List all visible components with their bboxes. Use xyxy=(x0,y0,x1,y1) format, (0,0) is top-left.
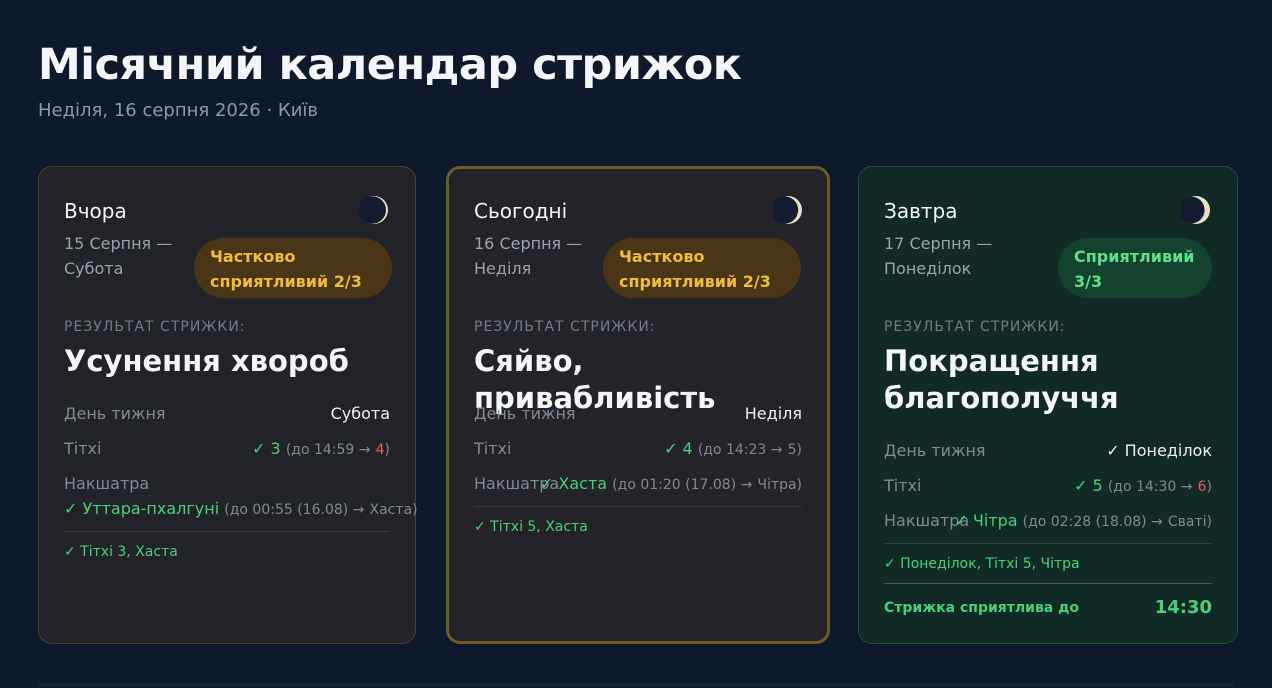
day-name: Вчора xyxy=(64,199,127,223)
summary-text: ✓ Тітхі 5, Хаста xyxy=(474,519,588,535)
moon-phase-icon xyxy=(773,196,802,224)
divider xyxy=(64,531,390,532)
nakshatra-row: Накшатра ✓ Уттара-пхалгуні (до 00:55 (16… xyxy=(64,474,418,518)
weekday-value: Субота xyxy=(330,404,390,423)
tithi-value: ✓ 3 (до 14:59 → 4) xyxy=(252,439,390,458)
weekday-row: День тижня Субота xyxy=(64,404,390,423)
date-label: 16 Серпня — Неділя xyxy=(474,234,583,278)
summary-text: ✓ Понеділок, Тітхі 5, Чітра xyxy=(884,556,1080,572)
summary-text: ✓ Тітхі 3, Хаста xyxy=(64,544,178,560)
date-label: 15 Серпня — Субота xyxy=(64,234,173,278)
status-badge: Сприятливий 3/3 xyxy=(1058,238,1212,298)
page-subtitle: Неділя, 16 серпня 2026 · Київ xyxy=(38,100,319,121)
status-badge: Частково сприятливий 2/3 xyxy=(603,238,801,298)
weekday-value: Неділя xyxy=(744,404,802,423)
divider xyxy=(884,543,1212,544)
result-label: РЕЗУЛЬТАТ СТРИЖКИ: xyxy=(474,319,656,335)
moon-phase-icon xyxy=(359,196,388,224)
day-name: Сьогодні xyxy=(474,199,568,223)
favorable-until-time: 14:30 xyxy=(1154,597,1212,618)
result-label: РЕЗУЛЬТАТ СТРИЖКИ: xyxy=(64,319,246,335)
result-label: РЕЗУЛЬТАТ СТРИЖКИ: xyxy=(884,319,1066,335)
moon-phase-icon xyxy=(1181,196,1210,224)
day-card-yesterday[interactable]: Вчора 15 Серпня — Субота Частково сприят… xyxy=(38,166,418,644)
tithi-row: Тітхі ✓ 3 (до 14:59 → 4) xyxy=(64,439,390,458)
status-badge: Частково сприятливий 2/3 xyxy=(194,238,392,298)
divider xyxy=(884,583,1212,584)
nakshatra-value: ✓ Чітра (до 02:28 (18.08) → Сваті) xyxy=(954,511,1212,530)
result-title: Усунення хвороб xyxy=(64,344,349,378)
date-label: 17 Серпня — Понеділок xyxy=(884,234,993,278)
day-card-today[interactable]: Сьогодні 16 Серпня — Неділя Частково спр… xyxy=(446,166,830,644)
tithi-row: Тітхі ✓ 5 (до 14:30 → 6) xyxy=(884,476,1212,495)
tithi-value: ✓ 4 (до 14:23 → 5) xyxy=(664,439,802,458)
day-card-tomorrow[interactable]: Завтра 17 Серпня — Понеділок Сприятливий… xyxy=(858,166,1238,644)
weekday-value: ✓ Понеділок xyxy=(1106,441,1212,460)
day-name: Завтра xyxy=(884,199,958,223)
page: Місячний календар стрижок Неділя, 16 сер… xyxy=(0,0,1272,688)
favorable-until-label: Стрижка сприятлива до xyxy=(884,600,1080,616)
weekday-row: День тижня Неділя xyxy=(474,404,802,423)
divider xyxy=(474,506,802,507)
nakshatra-value: ✓ Хаста (до 01:20 (17.08) → Чітра) xyxy=(539,474,802,493)
nakshatra-row: Накшатра ✓ Хаста (до 01:20 (17.08) → Чіт… xyxy=(474,474,802,493)
page-title: Місячний календар стрижок xyxy=(38,40,742,90)
bottom-panel-edge xyxy=(38,683,1234,687)
nakshatra-row: Накшатра ✓ Чітра (до 02:28 (18.08) → Сва… xyxy=(884,511,1212,530)
tithi-row: Тітхі ✓ 4 (до 14:23 → 5) xyxy=(474,439,802,458)
result-title: Покращення благополуччя xyxy=(884,344,1119,415)
tithi-value: ✓ 5 (до 14:30 → 6) xyxy=(1074,476,1212,495)
weekday-row: День тижня ✓ Понеділок xyxy=(884,441,1212,460)
